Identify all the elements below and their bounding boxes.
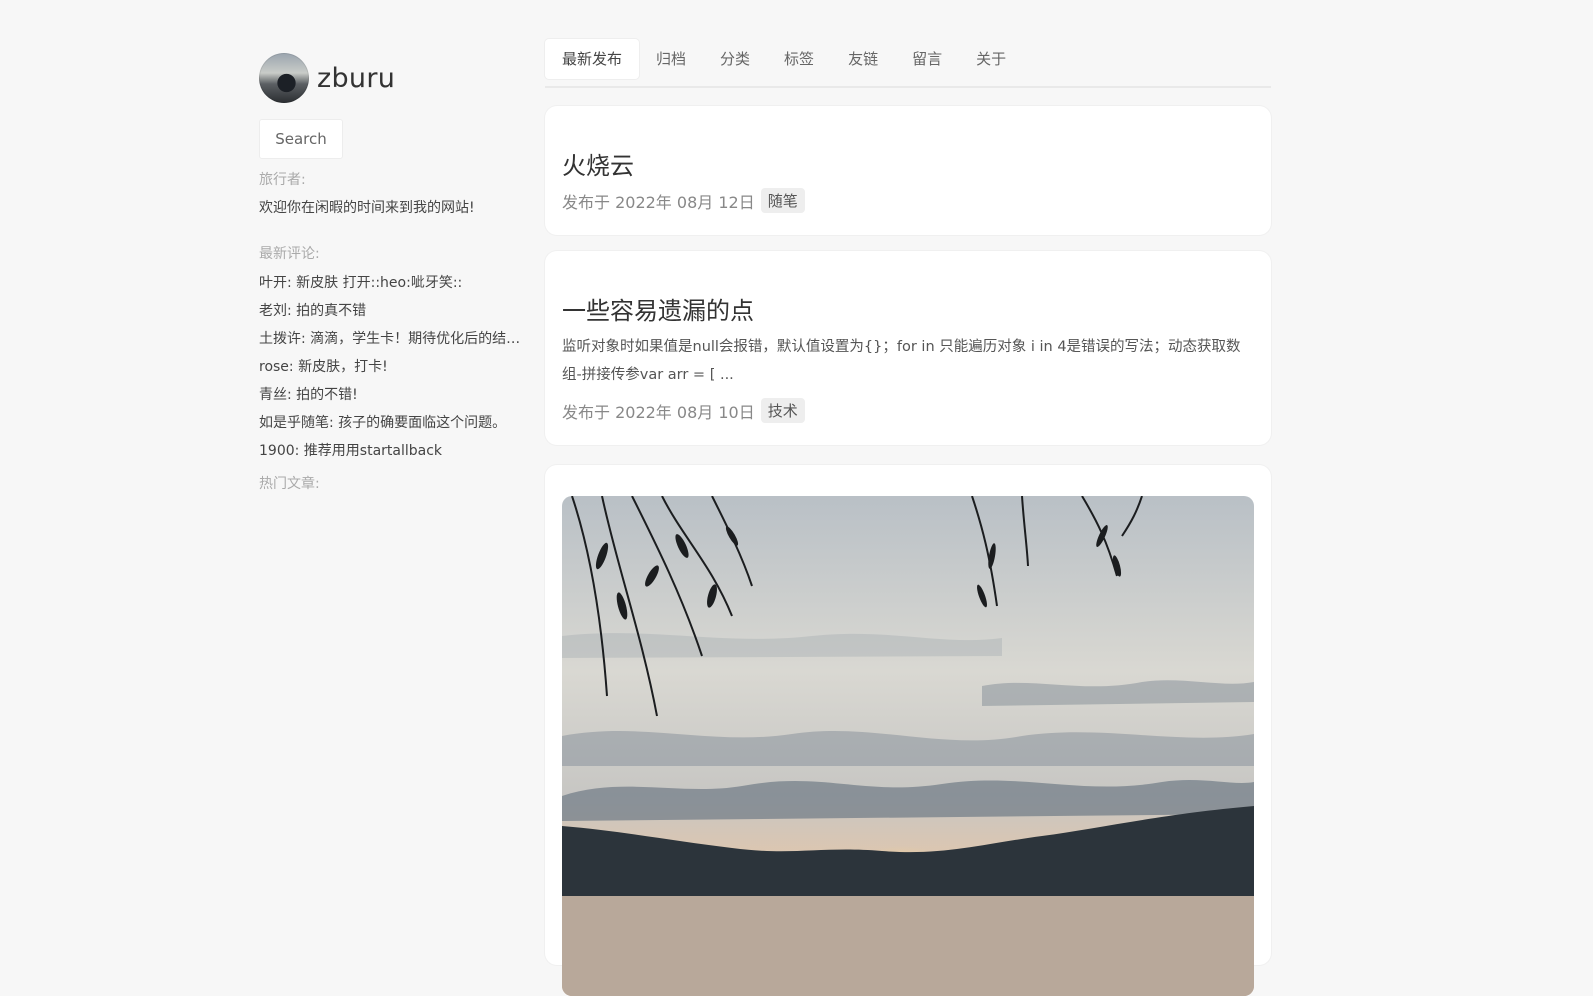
top-nav: 最新发布 归档 分类 标签 友链 留言 关于 (545, 39, 1271, 88)
search-button[interactable]: Search (259, 119, 343, 159)
post-card[interactable]: 一些容易遗漏的点 监听对象时如果值是null会报错，默认值设置为{}；for i… (545, 251, 1271, 445)
nav-about[interactable]: 关于 (959, 39, 1023, 79)
comment-item[interactable]: 叶开: 新皮肤 打开::heo:呲牙笑:: (259, 269, 544, 297)
comment-item[interactable]: 青丝: 拍的不错! (259, 381, 544, 409)
nav-categories[interactable]: 分类 (703, 39, 767, 79)
sidebar: zburu Search 旅行者: 欢迎你在闲暇的时间来到我的网站! 最新评论:… (259, 52, 544, 493)
post-date: 发布于 2022年 08月 12日 (562, 192, 755, 212)
recent-comments-list: 叶开: 新皮肤 打开::heo:呲牙笑:: 老刘: 拍的真不错 土拨许: 滴滴，… (259, 269, 544, 465)
site-brand[interactable]: zburu (259, 52, 544, 104)
nav-guestbook[interactable]: 留言 (895, 39, 959, 79)
post-cover-image[interactable] (562, 496, 1254, 996)
comment-item[interactable]: 老刘: 拍的真不错 (259, 297, 544, 325)
recent-comments-label: 最新评论: (259, 246, 320, 262)
nav-latest[interactable]: 最新发布 (545, 39, 640, 79)
post-excerpt: 监听对象时如果值是null会报错，默认值设置为{}；for in 只能遍历对象 … (562, 339, 1241, 383)
post-title[interactable]: 火烧云 (562, 146, 634, 181)
post-meta: 发布于 2022年 08月 10日 技术 (562, 398, 805, 423)
nav-tags[interactable]: 标签 (767, 39, 831, 79)
comment-item[interactable]: rose: 新皮肤，打卡! (259, 353, 544, 381)
nav-archive[interactable]: 归档 (639, 39, 703, 79)
welcome-text: 欢迎你在闲暇的时间来到我的网站! (259, 200, 475, 216)
nav-friend-links[interactable]: 友链 (831, 39, 895, 79)
sunset-photo (562, 496, 1254, 996)
post-meta: 发布于 2022年 08月 12日 随笔 (562, 188, 805, 213)
comment-item[interactable]: 如是乎随笔: 孩子的确要面临这个问题。 (259, 409, 544, 437)
comment-item[interactable]: 土拨许: 滴滴，学生卡！期待优化后的结… (259, 325, 544, 353)
post-card[interactable]: 火烧云 发布于 2022年 08月 12日 随笔 (545, 106, 1271, 235)
avatar[interactable] (259, 53, 309, 103)
traveler-label: 旅行者: (259, 172, 306, 188)
post-tag[interactable]: 技术 (760, 398, 805, 423)
site-name[interactable]: zburu (317, 63, 395, 94)
comment-item[interactable]: 1900: 推荐用用startallback (259, 437, 544, 465)
post-tag[interactable]: 随笔 (760, 188, 805, 213)
post-card[interactable] (545, 465, 1271, 996)
post-date: 发布于 2022年 08月 10日 (562, 402, 755, 422)
main-content: 最新发布 归档 分类 标签 友链 留言 关于 火烧云 发布于 2022年 08月… (545, 39, 1271, 996)
post-title[interactable]: 一些容易遗漏的点 (562, 291, 754, 326)
hot-posts-label: 热门文章: (259, 476, 320, 492)
